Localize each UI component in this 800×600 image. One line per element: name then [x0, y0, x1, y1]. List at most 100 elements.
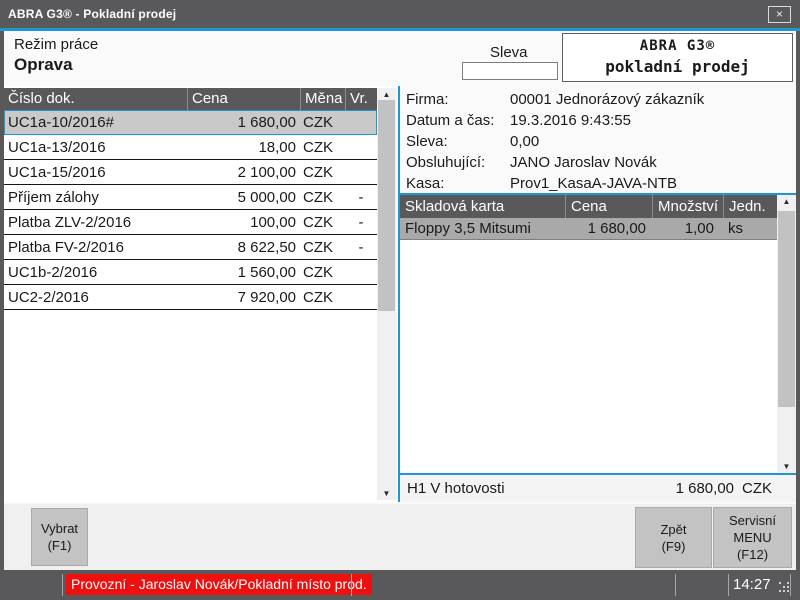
scroll-down-icon[interactable]: ▼ — [377, 487, 396, 500]
doc-price: 5 000,00 — [187, 189, 300, 206]
column-header-unit[interactable]: Jedn. — [723, 195, 778, 218]
doc-price: 100,00 — [187, 214, 300, 231]
back-button[interactable]: Zpět (F9) — [635, 507, 712, 568]
back-button-label: Zpět — [660, 521, 686, 538]
doc-vr: - — [345, 214, 377, 231]
total-amount: 1 680,00 — [676, 480, 734, 497]
select-button-label: Vybrat — [41, 520, 78, 537]
receipt-panel: Firma: 00001 Jednorázový zákazník Datum … — [398, 86, 796, 502]
doc-currency: CZK — [300, 114, 345, 131]
service-menu-button[interactable]: Servisní MENU (F12) — [713, 507, 792, 568]
document-row[interactable]: Příjem zálohy 5 000,00 CZK - — [4, 185, 377, 210]
work-mode-label: Režim práce — [14, 36, 98, 53]
column-header-currency[interactable]: Měna — [300, 88, 345, 110]
info-value: Prov1_KasaA-JAVA-NTB — [510, 173, 677, 194]
doc-price: 8 622,50 — [187, 239, 300, 256]
statusbar-separator — [790, 574, 791, 596]
info-label: Obsluhující: — [406, 152, 510, 173]
info-row-sleva: Sleva: 0,00 — [406, 131, 796, 152]
doc-currency: CZK — [300, 264, 345, 281]
doc-vr: - — [345, 189, 377, 206]
document-row[interactable]: UC1a-10/2016# 1 680,00 CZK — [4, 110, 377, 135]
scroll-down-icon[interactable]: ▼ — [777, 460, 796, 473]
doc-vr: - — [345, 239, 377, 256]
doc-currency: CZK — [300, 239, 345, 256]
info-label: Datum a čas: — [406, 110, 510, 131]
item-qty: 1,00 — [652, 220, 723, 237]
info-value: 0,00 — [510, 131, 539, 152]
column-header-doc[interactable]: Číslo dok. — [4, 88, 187, 110]
statusbar-separator — [62, 574, 63, 596]
doc-price: 2 100,00 — [187, 164, 300, 181]
info-value: JANO Jaroslav Novák — [510, 152, 657, 173]
document-row[interactable]: Platba FV-2/2016 8 622,50 CZK - — [4, 235, 377, 260]
items-table-header: Skladová karta Cena Množství Jedn. — [400, 195, 778, 218]
status-bar: Provozní - Jaroslav Novák/Pokladní místo… — [0, 570, 800, 600]
column-header-price[interactable]: Cena — [187, 88, 300, 110]
statusbar-separator — [351, 574, 352, 596]
payment-total-row: H1 V hotovosti 1 680,00 CZK — [400, 475, 796, 502]
info-label: Kasa: — [406, 173, 510, 194]
clock: 14:27 — [733, 576, 771, 593]
doc-number: UC1b-2/2016 — [4, 264, 187, 281]
select-button-shortcut: (F1) — [48, 537, 72, 554]
close-button[interactable]: × — [768, 6, 791, 23]
info-value: 19.3.2016 9:43:55 — [510, 110, 631, 131]
items-scrollbar-thumb[interactable] — [778, 211, 795, 407]
doc-number: UC1a-13/2016 — [4, 139, 187, 156]
items-panel: Skladová karta Cena Množství Jedn. Flopp… — [400, 195, 796, 473]
resize-grip-icon[interactable] — [779, 582, 790, 593]
doc-currency: CZK — [300, 139, 345, 156]
item-price: 1 680,00 — [565, 220, 652, 237]
window-title: ABRA G3® - Pokladní prodej — [8, 7, 176, 21]
document-row[interactable]: UC1a-15/2016 2 100,00 CZK — [4, 160, 377, 185]
document-row[interactable]: Platba ZLV-2/2016 100,00 CZK - — [4, 210, 377, 235]
service-button-label2: MENU — [733, 529, 771, 546]
title-bar: ABRA G3® - Pokladní prodej × — [0, 0, 800, 28]
column-header-qty[interactable]: Množství — [652, 195, 723, 218]
doc-price: 18,00 — [187, 139, 300, 156]
item-row[interactable]: Floppy 3,5 Mitsumi 1 680,00 1,00 ks — [400, 218, 778, 240]
button-bar: Vybrat (F1) Zpět (F9) Servisní MENU (F12… — [4, 504, 796, 570]
doc-number: Příjem zálohy — [4, 189, 187, 206]
select-button[interactable]: Vybrat (F1) — [31, 508, 88, 566]
document-row[interactable]: UC1a-13/2016 18,00 CZK — [4, 135, 377, 160]
brand-logo-line2: pokladní prodej — [563, 57, 792, 76]
close-icon: × — [776, 7, 783, 21]
doc-price: 1 680,00 — [187, 114, 300, 131]
discount-input[interactable] — [462, 62, 558, 80]
service-button-shortcut: (F12) — [737, 546, 768, 563]
scroll-up-icon[interactable]: ▲ — [777, 195, 796, 208]
info-row-obsluhujici: Obsluhující: JANO Jaroslav Novák — [406, 152, 796, 173]
info-row-datetime: Datum a čas: 19.3.2016 9:43:55 — [406, 110, 796, 131]
doc-currency: CZK — [300, 289, 345, 306]
document-row[interactable]: UC2-2/2016 7 920,00 CZK — [4, 285, 377, 310]
brand-logo: ABRA G3® pokladní prodej — [562, 33, 793, 82]
item-unit: ks — [723, 220, 778, 237]
column-header-price[interactable]: Cena — [565, 195, 652, 218]
doc-number: Platba FV-2/2016 — [4, 239, 187, 256]
documents-rows: UC1a-10/2016# 1 680,00 CZK UC1a-13/2016 … — [4, 110, 377, 310]
documents-scrollbar[interactable]: ▲ ▼ — [377, 88, 396, 500]
column-header-vr[interactable]: Vr. — [345, 88, 377, 110]
info-row-firma: Firma: 00001 Jednorázový zákazník — [406, 89, 796, 110]
back-button-shortcut: (F9) — [662, 538, 686, 555]
discount-label: Sleva — [490, 44, 528, 61]
total-currency: CZK — [734, 480, 796, 497]
service-button-label1: Servisní — [729, 512, 776, 529]
document-row[interactable]: UC1b-2/2016 1 560,00 CZK — [4, 260, 377, 285]
payment-method-label: H1 V hotovosti — [400, 480, 676, 497]
doc-currency: CZK — [300, 164, 345, 181]
header-panel: Režim práce Oprava Sleva ABRA G3® poklad… — [4, 31, 796, 86]
info-label: Sleva: — [406, 131, 510, 152]
info-value: 00001 Jednorázový zákazník — [510, 89, 704, 110]
doc-price: 7 920,00 — [187, 289, 300, 306]
documents-scrollbar-thumb[interactable] — [378, 100, 395, 311]
doc-number: UC2-2/2016 — [4, 289, 187, 306]
documents-table-header: Číslo dok. Cena Měna Vr. — [4, 88, 377, 110]
doc-price: 1 560,00 — [187, 264, 300, 281]
items-scrollbar[interactable]: ▲ ▼ — [777, 195, 796, 473]
info-label: Firma: — [406, 89, 510, 110]
item-name: Floppy 3,5 Mitsumi — [400, 220, 565, 237]
column-header-card[interactable]: Skladová karta — [400, 195, 565, 218]
